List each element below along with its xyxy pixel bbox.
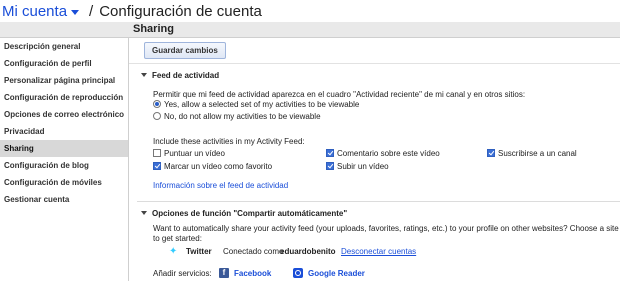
checkbox-favorite-label: Marcar un vídeo como favorito — [164, 162, 273, 171]
autoshare-heading[interactable]: Opciones de función "Compartir automátic… — [141, 209, 347, 218]
sidebar-item-mobile[interactable]: Configuración de móviles — [0, 174, 128, 191]
checkbox-upload-video[interactable] — [326, 162, 334, 170]
sidebar-item-privacy[interactable]: Privacidad — [0, 123, 128, 140]
sidebar-item-playback[interactable]: Configuración de reproducción — [0, 89, 128, 106]
top-bar: Mi cuenta / Configuración de cuenta — [0, 0, 620, 22]
collapse-triangle-icon[interactable] — [141, 73, 147, 77]
save-button[interactable]: Guardar cambios — [144, 42, 226, 59]
facebook-link[interactable]: Facebook — [234, 269, 271, 278]
include-activities-label: Include these activities in my Activity … — [153, 137, 305, 146]
sidebar-item-manage-account[interactable]: Gestionar cuenta — [0, 191, 128, 208]
radio-allow-activities[interactable] — [153, 100, 161, 108]
checkbox-subscribe-channel[interactable] — [487, 149, 495, 157]
radio-allow-label: Yes, allow a selected set of my activiti… — [164, 100, 360, 109]
radio-deny-activities[interactable] — [153, 112, 161, 120]
sidebar-item-email[interactable]: Opciones de correo electrónico — [0, 106, 128, 123]
checkbox-comment-label: Comentario sobre este vídeo — [337, 149, 440, 158]
chevron-down-icon[interactable] — [71, 9, 80, 15]
facebook-icon[interactable]: f — [219, 268, 229, 278]
section-divider — [137, 201, 620, 202]
activity-info-link[interactable]: Información sobre el feed de actividad — [153, 181, 288, 190]
sidebar-item-sharing[interactable]: Sharing — [0, 140, 128, 157]
checkbox-rate-label: Puntuar un vídeo — [164, 149, 225, 158]
sidebar-item-overview[interactable]: Descripción general — [0, 38, 128, 55]
radio-deny-label: No, do not allow my activities to be vie… — [164, 112, 321, 121]
breadcrumb-separator: / — [89, 2, 94, 20]
sidebar-item-blog[interactable]: Configuración de blog — [0, 157, 128, 174]
main-content: Guardar cambios Feed de actividad Permit… — [129, 38, 620, 281]
activity-question: Permitir que mi feed de actividad aparez… — [153, 90, 526, 99]
google-reader-icon[interactable] — [293, 268, 303, 278]
twitter-icon: ✦ — [169, 246, 178, 257]
sidebar-item-homepage[interactable]: Personalizar página principal — [0, 72, 128, 89]
activity-feed-heading[interactable]: Feed de actividad — [141, 71, 219, 80]
add-services-label: Añadir servicios: — [153, 269, 212, 278]
checkbox-comment-video[interactable] — [326, 149, 334, 157]
autoshare-title: Opciones de función "Compartir automátic… — [152, 209, 348, 218]
twitter-label: Twitter — [186, 247, 212, 256]
autoshare-description-line1: Want to automatically share your activit… — [153, 224, 619, 233]
activity-feed-title: Feed de actividad — [152, 71, 220, 80]
checkbox-rate-video[interactable] — [153, 149, 161, 157]
autoshare-description-line2: to get started: — [153, 234, 202, 243]
checkbox-subscribe-label: Suscribirse a un canal — [498, 149, 577, 158]
sidebar: Descripción general Configuración de per… — [0, 38, 129, 281]
sidebar-item-profile[interactable]: Configuración de perfil — [0, 55, 128, 72]
section-title: Sharing — [133, 23, 174, 35]
google-reader-link[interactable]: Google Reader — [308, 269, 365, 278]
page-title: Configuración de cuenta — [99, 2, 262, 20]
checkbox-favorite-video[interactable] — [153, 162, 161, 170]
my-account-menu[interactable]: Mi cuenta — [2, 3, 67, 20]
section-header: Sharing — [0, 22, 620, 38]
twitter-connected-prefix: Conectado como — [223, 247, 284, 256]
collapse-triangle-icon[interactable] — [141, 211, 147, 215]
toolbar: Guardar cambios — [129, 38, 620, 64]
twitter-username: eduardobenito — [280, 247, 336, 256]
checkbox-upload-label: Subir un vídeo — [337, 162, 389, 171]
disconnect-accounts-link[interactable]: Desconectar cuentas — [341, 247, 416, 256]
